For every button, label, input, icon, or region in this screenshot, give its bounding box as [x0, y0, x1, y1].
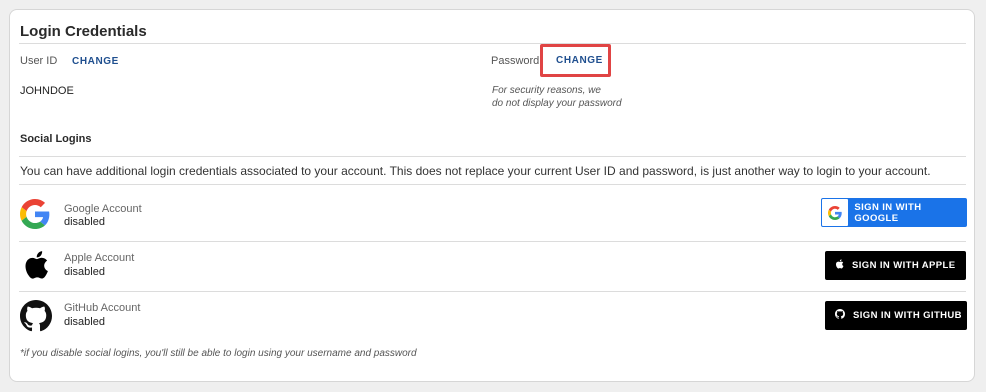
apple-account-status: disabled: [64, 266, 105, 278]
github-account-name: GitHub Account: [64, 302, 141, 314]
password-label: Password: [491, 55, 540, 67]
sign-in-github-label: SIGN IN WITH GITHUB: [853, 310, 962, 321]
password-note-line2: do not display your password: [492, 98, 622, 109]
divider: [19, 184, 966, 185]
google-logo-icon: [20, 199, 50, 229]
github-account-status: disabled: [64, 316, 105, 328]
change-user-id-link[interactable]: CHANGE: [72, 56, 119, 67]
user-id-value: JOHNDOE: [20, 85, 74, 97]
google-account-status: disabled: [64, 216, 105, 228]
sign-in-google-button[interactable]: SIGN IN WITH GOOGLE: [821, 198, 967, 227]
footnote: *if you disable social logins, you'll st…: [20, 348, 417, 359]
social-logins-description: You can have additional login credential…: [20, 164, 931, 178]
google-account-name: Google Account: [64, 203, 142, 215]
divider: [19, 156, 966, 157]
sign-in-github-button[interactable]: SIGN IN WITH GITHUB: [825, 301, 967, 330]
user-id-label: User ID: [20, 55, 58, 67]
github-logo-icon: [20, 300, 52, 332]
section-title: Login Credentials: [20, 23, 147, 40]
change-password-link[interactable]: CHANGE: [556, 55, 603, 66]
sign-in-apple-label: SIGN IN WITH APPLE: [852, 260, 956, 271]
password-note: For security reasons, we do not display …: [492, 84, 622, 110]
divider: [19, 43, 966, 44]
sign-in-google-label: SIGN IN WITH GOOGLE: [854, 201, 922, 224]
google-g-icon: [822, 199, 849, 226]
divider: [19, 241, 966, 242]
sign-in-apple-button[interactable]: SIGN IN WITH APPLE: [825, 251, 966, 280]
github-small-icon: [835, 309, 845, 322]
apple-account-name: Apple Account: [64, 252, 135, 264]
login-credentials-card: Login Credentials User ID CHANGE JOHNDOE…: [9, 9, 975, 382]
apple-small-icon: [835, 259, 844, 272]
apple-logo-icon: [23, 250, 49, 280]
password-note-line1: For security reasons, we: [492, 85, 601, 96]
social-logins-title: Social Logins: [20, 133, 92, 145]
divider: [19, 291, 966, 292]
